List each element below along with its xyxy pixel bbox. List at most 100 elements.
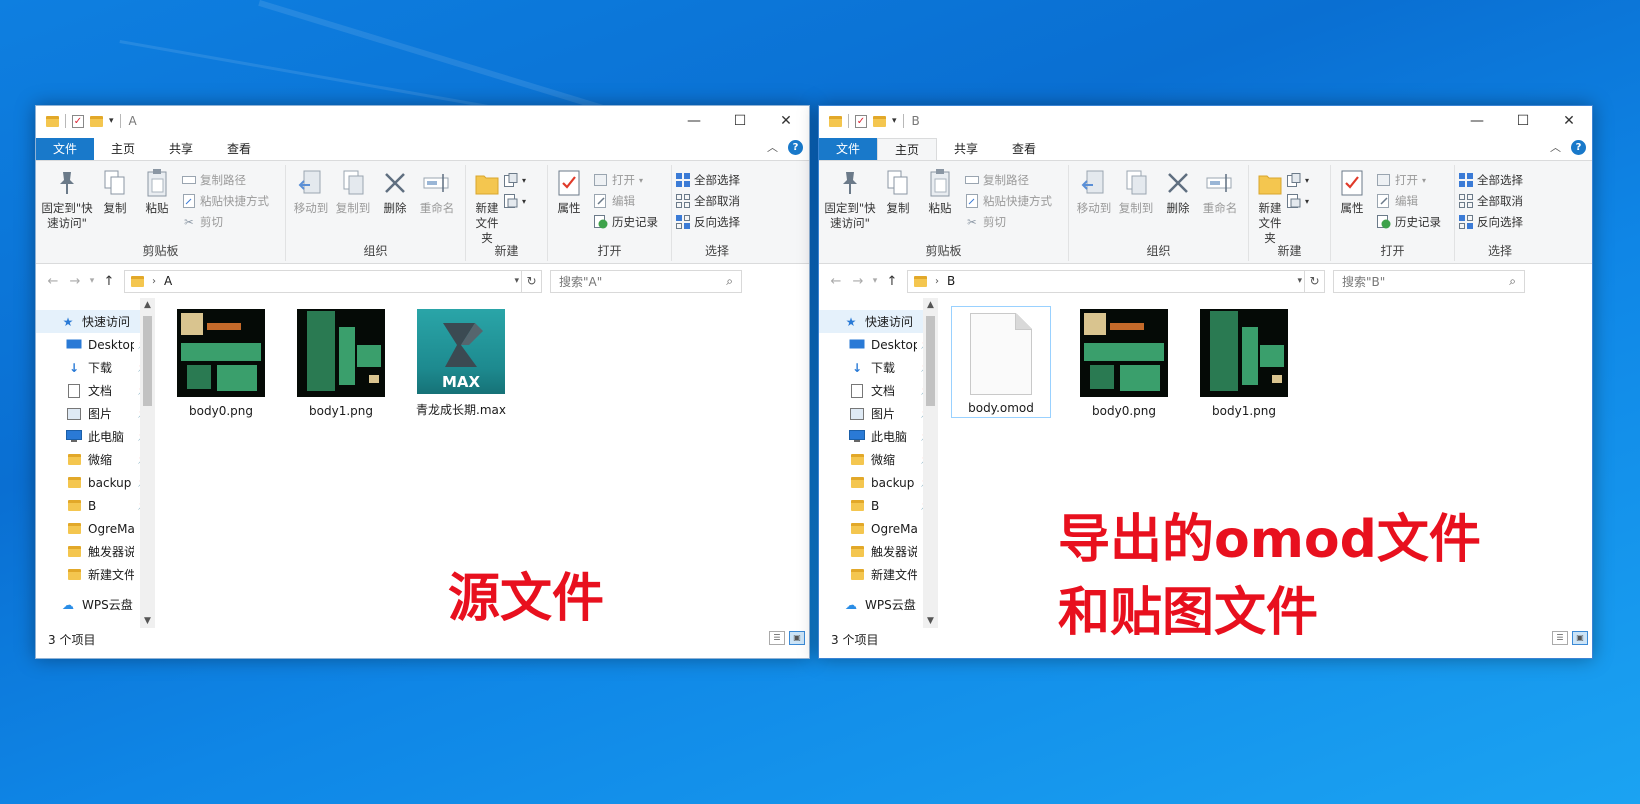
nav-item-folder[interactable]: B📌 [36,494,155,517]
collapse-ribbon-icon[interactable]: ︿ [1550,139,1561,155]
nav-item-folder[interactable]: B📌 [819,494,938,517]
nav-item-cloud[interactable]: ☁ WPS云盘 [819,593,938,616]
close-button[interactable]: ✕ [1546,106,1592,136]
title-bar[interactable]: ✓ ▾ A — ☐ ✕ [36,106,809,136]
nav-scrollbar[interactable]: ▲ ▼ [140,298,155,628]
nav-item-pictures[interactable]: 图片📌 [819,402,938,425]
nav-item-folder[interactable]: OgreMax [819,517,938,540]
nav-item-this-pc[interactable]: 此电脑📌 [36,425,155,448]
large-icons-view-button[interactable]: ▣ [789,631,805,645]
tab-view[interactable]: 查看 [995,138,1053,160]
tab-view[interactable]: 查看 [210,138,268,160]
tab-share[interactable]: 共享 [152,138,210,160]
select-all-button[interactable]: 全部选择 [676,171,740,189]
nav-item-folder[interactable]: OgreMax [36,517,155,540]
address-bar[interactable]: › A ▾ ↻ [124,269,542,293]
tab-file[interactable]: 文件 [819,138,877,160]
back-button[interactable]: ← [825,274,847,289]
nav-scrollbar[interactable]: ▲ ▼ [923,298,938,628]
history-button[interactable]: 历史记录 [1377,213,1441,231]
invert-selection-button[interactable]: 反向选择 [676,213,740,231]
file-item[interactable]: body0.png [1074,306,1174,418]
minimize-button[interactable]: — [671,106,717,136]
edit-button[interactable]: 编辑 [594,192,658,210]
refresh-button[interactable]: ↻ [1304,270,1324,292]
copy-path-button[interactable]: 复制路径 [182,171,269,189]
help-icon[interactable]: ? [1571,139,1586,155]
paste-shortcut-button[interactable]: 粘贴快捷方式 [182,192,269,210]
new-item-button[interactable]: ▾ [1287,171,1309,189]
details-view-button[interactable]: ☰ [769,631,785,645]
refresh-button[interactable]: ↻ [521,270,541,292]
file-item[interactable]: body0.png [171,306,271,418]
copy-path-button[interactable]: 复制路径 [965,171,1052,189]
nav-item-cloud[interactable]: ☁ WPS云盘 [36,593,155,616]
history-button[interactable]: 历史记录 [594,213,658,231]
scroll-down-icon[interactable]: ▼ [140,616,155,626]
easy-access-button[interactable]: ▾ [1287,192,1309,210]
nav-item-folder[interactable]: backup📌 [819,471,938,494]
edit-button[interactable]: 编辑 [1377,192,1441,210]
help-icon[interactable]: ? [788,139,803,155]
up-button[interactable]: ↑ [881,274,903,289]
nav-item-folder[interactable]: 新建文件夹 [36,563,155,586]
file-item[interactable]: body.omod [951,306,1051,418]
search-box[interactable]: 搜索"B" ⌕ [1333,269,1525,293]
nav-item-downloads[interactable]: ↓下载📌 [819,356,938,379]
scrollbar-thumb[interactable] [926,316,935,406]
nav-item-pictures[interactable]: 图片📌 [36,402,155,425]
cut-button[interactable]: ✂ 剪切 [182,213,269,231]
scrollbar-thumb[interactable] [143,316,152,406]
breadcrumb[interactable]: A [164,274,172,288]
nav-item-folder[interactable]: backup📌 [36,471,155,494]
nav-item-downloads[interactable]: ↓下载📌 [36,356,155,379]
search-box[interactable]: 搜索"A" ⌕ [550,269,742,293]
nav-item-documents[interactable]: 文档📌 [36,379,155,402]
details-view-button[interactable]: ☰ [1552,631,1568,645]
explorer-window-a[interactable]: ✓ ▾ A — ☐ ✕ 文件 主页 共享 查看 ︿ ? 固定到"快速访问" 复制… [35,105,810,659]
select-all-button[interactable]: 全部选择 [1459,171,1523,189]
nav-item-folder[interactable]: 微缩📌 [819,448,938,471]
open-button[interactable]: 打开 ▾ [594,171,658,189]
nav-item-desktop[interactable]: Desktop📌 [819,333,938,356]
scroll-down-icon[interactable]: ▼ [923,616,938,626]
address-bar[interactable]: › B ▾ ↻ [907,269,1325,293]
tab-file[interactable]: 文件 [36,138,94,160]
nav-item-this-pc[interactable]: 此电脑📌 [819,425,938,448]
tab-share[interactable]: 共享 [937,138,995,160]
address-dropdown-icon[interactable]: ▾ [514,276,519,286]
nav-quick-access[interactable]: ★ 快速访问 [819,310,938,333]
properties-qa-icon[interactable]: ✓ [855,114,867,128]
invert-selection-button[interactable]: 反向选择 [1459,213,1523,231]
tab-home[interactable]: 主页 [94,138,152,160]
paste-shortcut-button[interactable]: 粘贴快捷方式 [965,192,1052,210]
scroll-up-icon[interactable]: ▲ [140,300,155,310]
title-bar[interactable]: ✓ ▾ B — ☐ ✕ [819,106,1592,136]
address-dropdown-icon[interactable]: ▾ [1297,276,1302,286]
file-item[interactable]: body1.png [291,306,391,418]
cut-button[interactable]: ✂ 剪切 [965,213,1052,231]
nav-item-desktop[interactable]: Desktop📌 [36,333,155,356]
nav-item-folder[interactable]: 触发器说明 [819,540,938,563]
maximize-button[interactable]: ☐ [1500,106,1546,136]
maximize-button[interactable]: ☐ [717,106,763,136]
up-button[interactable]: ↑ [98,274,120,289]
select-none-button[interactable]: 全部取消 [676,192,740,210]
new-folder-qa-icon[interactable] [90,115,103,127]
open-button[interactable]: 打开 ▾ [1377,171,1441,189]
file-item[interactable]: body1.png [1194,306,1294,418]
new-item-button[interactable]: ▾ [504,171,526,189]
forward-button[interactable]: → [64,274,86,289]
large-icons-view-button[interactable]: ▣ [1572,631,1588,645]
select-none-button[interactable]: 全部取消 [1459,192,1523,210]
recent-locations-button[interactable]: ▾ [869,276,881,286]
easy-access-button[interactable]: ▾ [504,192,526,210]
customize-dropdown-icon[interactable]: ▾ [892,116,897,126]
scroll-up-icon[interactable]: ▲ [923,300,938,310]
back-button[interactable]: ← [42,274,64,289]
close-button[interactable]: ✕ [763,106,809,136]
tab-home[interactable]: 主页 [877,138,938,160]
nav-quick-access[interactable]: ★ 快速访问 [36,310,155,333]
new-folder-qa-icon[interactable] [873,115,886,127]
forward-button[interactable]: → [847,274,869,289]
